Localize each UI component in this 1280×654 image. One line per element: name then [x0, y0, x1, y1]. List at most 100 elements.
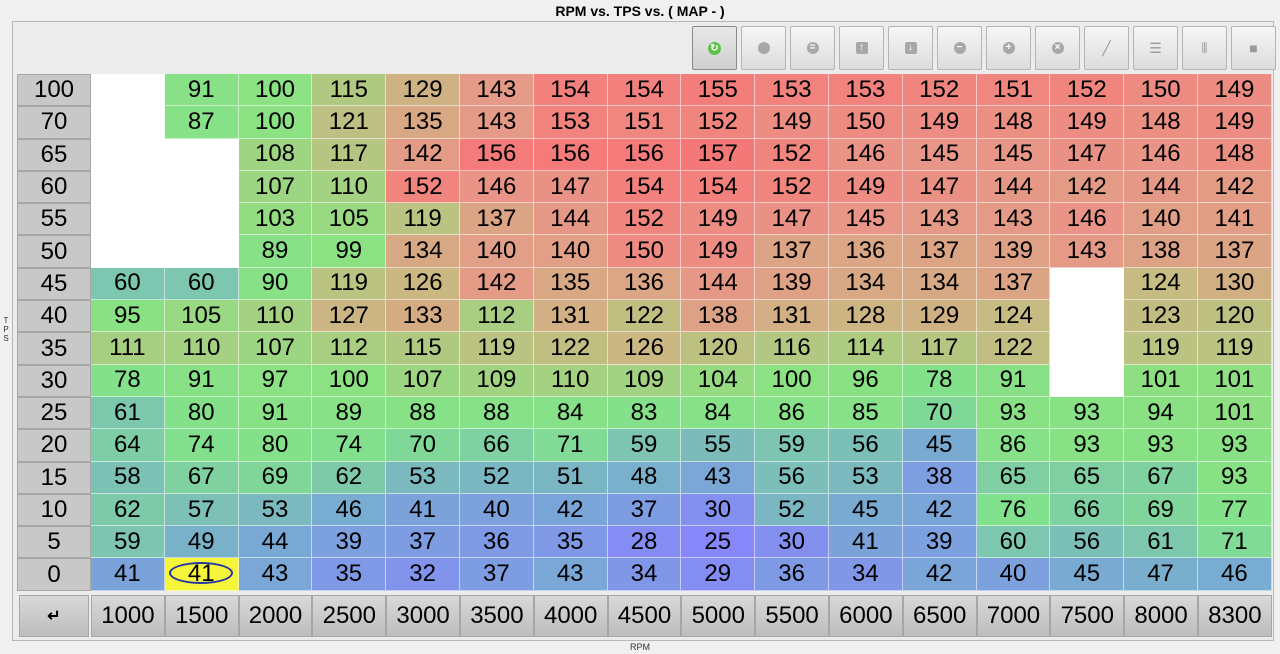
table-cell[interactable]: 134: [902, 267, 977, 301]
table-cell[interactable]: 109: [607, 364, 682, 397]
tps-row-header[interactable]: 30: [17, 364, 91, 397]
table-cell[interactable]: [164, 170, 239, 204]
table-cell[interactable]: 100: [755, 364, 829, 397]
table-cell[interactable]: 124: [1124, 267, 1198, 301]
table-cell[interactable]: 39: [902, 526, 977, 559]
table-cell[interactable]: 154: [607, 74, 682, 107]
table-cell[interactable]: 41: [91, 558, 165, 591]
table-cell[interactable]: 56: [828, 429, 903, 462]
table-cell[interactable]: 78: [91, 364, 165, 397]
table-cell[interactable]: 101: [1124, 364, 1198, 397]
table-cell[interactable]: 136: [828, 235, 903, 268]
table-cell[interactable]: 114: [828, 332, 903, 365]
tps-row-header[interactable]: 65: [17, 138, 91, 171]
table-cell[interactable]: 40: [459, 493, 534, 527]
columns-button[interactable]: ⦀: [1182, 26, 1227, 70]
table-cell[interactable]: 152: [902, 74, 977, 107]
table-cell[interactable]: 66: [1050, 493, 1125, 527]
rpm-column-header[interactable]: 4000: [533, 594, 608, 637]
rpm-column-header[interactable]: 1000: [91, 594, 165, 637]
table-cell[interactable]: 105: [312, 203, 387, 236]
table-cell[interactable]: 155: [681, 74, 756, 107]
table-cell[interactable]: 107: [238, 332, 313, 365]
tps-row-header[interactable]: 50: [17, 235, 91, 268]
table-cell[interactable]: 156: [533, 138, 608, 171]
table-cell[interactable]: 95: [91, 300, 165, 333]
table-cell[interactable]: 111: [91, 332, 165, 365]
table-cell[interactable]: 150: [1124, 74, 1198, 107]
table-cell[interactable]: 88: [459, 396, 534, 430]
table-cell[interactable]: 110: [312, 170, 387, 204]
table-cell[interactable]: 122: [533, 332, 608, 365]
table-cell[interactable]: 107: [386, 364, 460, 397]
arrow-up-button[interactable]: ↑: [839, 26, 884, 70]
table-cell[interactable]: 70: [386, 429, 460, 462]
table-cell[interactable]: 45: [828, 493, 903, 527]
table-cell[interactable]: 84: [533, 396, 608, 430]
table-cell[interactable]: 43: [533, 558, 608, 591]
table-cell[interactable]: 144: [681, 267, 756, 301]
table-cell[interactable]: 59: [91, 526, 165, 559]
table-cell[interactable]: 131: [755, 300, 829, 333]
table-cell[interactable]: 153: [533, 106, 608, 139]
table-cell[interactable]: 112: [312, 332, 387, 365]
table-cell[interactable]: 137: [755, 235, 829, 268]
equals-button[interactable]: =: [790, 26, 835, 70]
table-cell[interactable]: 71: [533, 429, 608, 462]
table-cell[interactable]: 84: [681, 396, 756, 430]
table-cell[interactable]: 150: [607, 235, 682, 268]
table-cell[interactable]: 42: [533, 493, 608, 527]
tps-row-header[interactable]: 100: [17, 74, 91, 107]
circle-button[interactable]: [741, 26, 786, 70]
table-cell[interactable]: 96: [828, 364, 903, 397]
table-cell[interactable]: 136: [607, 267, 682, 301]
table-cell[interactable]: 110: [238, 300, 313, 333]
table-cell[interactable]: 46: [312, 493, 387, 527]
table-cell[interactable]: 144: [976, 170, 1051, 204]
table-cell[interactable]: 35: [312, 558, 387, 591]
table-cell[interactable]: 149: [1197, 106, 1272, 139]
table-cell[interactable]: 100: [238, 106, 313, 139]
table-cell[interactable]: 55: [681, 429, 756, 462]
table-cell[interactable]: 91: [976, 364, 1051, 397]
table-cell[interactable]: 93: [1050, 429, 1125, 462]
table-cell[interactable]: 141: [1197, 203, 1272, 236]
table-cell[interactable]: 42: [902, 558, 977, 591]
table-cell[interactable]: 146: [828, 138, 903, 171]
rows-button[interactable]: ☰: [1133, 26, 1178, 70]
table-cell[interactable]: 151: [976, 74, 1051, 107]
rpm-column-header[interactable]: 8000: [1124, 594, 1198, 637]
tps-row-header[interactable]: 35: [17, 332, 91, 365]
table-cell[interactable]: 138: [681, 300, 756, 333]
table-cell[interactable]: 108: [238, 138, 313, 171]
table-cell[interactable]: 101: [1197, 364, 1272, 397]
table-cell[interactable]: 30: [755, 526, 829, 559]
table-cell[interactable]: 153: [755, 74, 829, 107]
table-cell[interactable]: 94: [1124, 396, 1198, 430]
table-cell[interactable]: 46: [1197, 558, 1272, 591]
table-cell[interactable]: 129: [902, 300, 977, 333]
table-cell[interactable]: 149: [902, 106, 977, 139]
table-cell[interactable]: 100: [238, 74, 313, 107]
table-cell[interactable]: 76: [976, 493, 1051, 527]
table-cell[interactable]: 67: [164, 461, 239, 494]
table-cell[interactable]: 89: [238, 235, 313, 268]
table-cell[interactable]: 29: [681, 558, 756, 591]
rpm-column-header[interactable]: 6000: [828, 594, 903, 637]
tps-row-header[interactable]: 55: [17, 203, 91, 236]
rpm-column-header[interactable]: 7500: [1050, 594, 1125, 637]
table-cell[interactable]: 147: [533, 170, 608, 204]
table-cell[interactable]: 143: [459, 106, 534, 139]
table-cell[interactable]: 120: [1197, 300, 1272, 333]
block-button[interactable]: ■: [1231, 26, 1276, 70]
rpm-column-header[interactable]: 4500: [607, 594, 682, 637]
table-cell[interactable]: 157: [681, 138, 756, 171]
table-cell[interactable]: 37: [386, 526, 460, 559]
table-cell[interactable]: 149: [681, 203, 756, 236]
table-cell[interactable]: 139: [755, 267, 829, 301]
table-cell[interactable]: 145: [902, 138, 977, 171]
table-cell[interactable]: 145: [828, 203, 903, 236]
table-cell[interactable]: 70: [902, 396, 977, 430]
table-cell[interactable]: 142: [1050, 170, 1125, 204]
table-cell[interactable]: 77: [1197, 493, 1272, 527]
